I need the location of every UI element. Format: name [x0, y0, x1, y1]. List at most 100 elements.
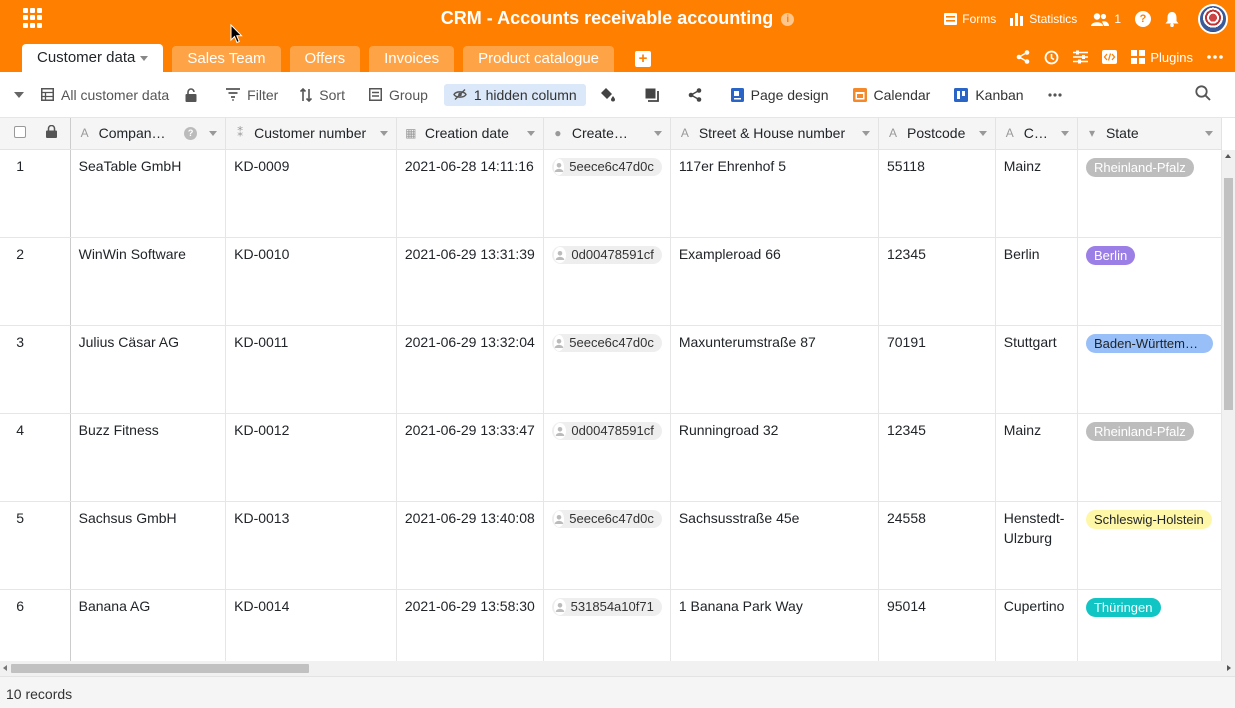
cell-creator[interactable]: 531854a10f71	[543, 589, 671, 661]
cell-city[interactable]: Stuttgart	[995, 325, 1078, 414]
cell-street[interactable]: 117er Ehrenhof 5	[670, 149, 879, 238]
cell-city[interactable]: Mainz	[995, 413, 1078, 502]
history-button[interactable]	[1044, 50, 1059, 65]
select-all-checkbox[interactable]	[14, 126, 27, 139]
cell-company[interactable]: Banana AG	[70, 589, 227, 661]
cell-creation-date[interactable]: 2021-06-29 13:32:04	[396, 325, 544, 414]
scroll-right-icon[interactable]	[1227, 665, 1231, 671]
row-color-button[interactable]	[600, 87, 623, 102]
column-header-creation-date[interactable]: ▦ Creation date	[396, 118, 544, 150]
row-number[interactable]: 6	[0, 589, 41, 661]
tab-product-catalogue[interactable]: Product catalogue	[463, 46, 615, 72]
cell-customer-number[interactable]: KD-0010	[225, 237, 397, 326]
tab-customer-data[interactable]: Customer data	[22, 44, 164, 72]
column-header-postcode[interactable]: A Postcode	[878, 118, 996, 150]
cell-company[interactable]: Julius Cäsar AG	[70, 325, 227, 414]
cell-street[interactable]: Sachsusstraße 45e	[670, 501, 879, 590]
base-title-text[interactable]: CRM - Accounts receivable accounting	[441, 8, 773, 28]
user-avatar[interactable]	[1198, 4, 1228, 34]
lock-icon[interactable]	[46, 125, 58, 139]
chevron-down-icon[interactable]	[526, 130, 535, 136]
table-row[interactable]: 4 Buzz Fitness KD-0012 2021-06-29 13:33:47 0…	[0, 413, 1222, 502]
table-row[interactable]: 2 WinWin Software KD-0010 2021-06-29 13:31:…	[0, 237, 1222, 326]
chevron-down-icon[interactable]	[379, 130, 388, 136]
cell-creation-date[interactable]: 2021-06-29 13:31:39	[396, 237, 544, 326]
column-header-customer-number[interactable]: ⁑ Customer number	[225, 118, 397, 150]
cell-customer-number[interactable]: KD-0009	[225, 149, 397, 238]
cell-creation-date[interactable]: 2021-06-29 13:58:30	[396, 589, 544, 661]
cell-city[interactable]: Cupertino	[995, 589, 1078, 661]
cell-creator[interactable]: 0d00478591cf	[543, 413, 671, 502]
chevron-down-icon[interactable]	[978, 130, 987, 136]
vertical-scroll-thumb[interactable]	[1224, 178, 1233, 410]
scroll-up-icon[interactable]	[1225, 154, 1231, 158]
cell-customer-number[interactable]: KD-0013	[225, 501, 397, 590]
cell-postcode[interactable]: 12345	[878, 413, 996, 502]
cell-state[interactable]: Rheinland-Pfalz	[1077, 413, 1222, 502]
lock-view-button[interactable]	[185, 87, 204, 102]
chevron-down-icon[interactable]	[1060, 130, 1069, 136]
add-table-icon[interactable]: +	[635, 51, 652, 67]
cell-creator[interactable]: 5eece6c47d0c	[543, 149, 671, 238]
row-number[interactable]: 3	[0, 325, 41, 414]
more-apps-button[interactable]	[1048, 92, 1069, 97]
apps-grid-icon[interactable]	[23, 8, 43, 28]
cell-street[interactable]: 1 Banana Park Way	[670, 589, 879, 661]
cell-company[interactable]: SeaTable GmbH	[70, 149, 227, 238]
table-row[interactable]: 5 Sachsus GmbH KD-0013 2021-06-29 13:40:08 5…	[0, 501, 1222, 590]
cell-street[interactable]: Runningroad 32	[670, 413, 879, 502]
search-button[interactable]	[1195, 85, 1218, 101]
chevron-down-icon[interactable]	[861, 130, 870, 136]
cell-creator[interactable]: 5eece6c47d0c	[543, 325, 671, 414]
cell-state[interactable]: Schleswig-Holstein	[1077, 501, 1222, 590]
hide-columns-button[interactable]: 1 hidden column	[443, 83, 586, 106]
settings-button[interactable]	[1073, 50, 1089, 64]
cell-company[interactable]: Buzz Fitness	[70, 413, 227, 502]
row-number[interactable]: 5	[0, 501, 41, 590]
cell-city[interactable]: Berlin	[995, 237, 1078, 326]
script-button[interactable]	[1102, 50, 1118, 64]
table-row[interactable]: 1 SeaTable GmbH KD-0009 2021-06-28 14:11:16…	[0, 149, 1222, 238]
group-button[interactable]: Group	[368, 87, 428, 103]
row-number[interactable]: 4	[0, 413, 41, 502]
sort-button[interactable]: Sort	[300, 87, 345, 103]
row-height-button[interactable]	[645, 88, 666, 102]
horizontal-scrollbar[interactable]	[0, 661, 1235, 676]
cell-creator[interactable]: 5eece6c47d0c	[543, 501, 671, 590]
cell-street[interactable]: Maxunterumstraße 87	[670, 325, 879, 414]
cell-city[interactable]: Henstedt-Ulzburg	[995, 501, 1078, 590]
column-header-city[interactable]: A C…	[995, 118, 1078, 150]
cell-postcode[interactable]: 95014	[878, 589, 996, 661]
cell-company[interactable]: WinWin Software	[70, 237, 227, 326]
collaborators-button[interactable]: 1	[1091, 12, 1121, 26]
cell-state[interactable]: Thüringen	[1077, 589, 1222, 661]
cell-state[interactable]: Rheinland-Pfalz	[1077, 149, 1222, 238]
vertical-scrollbar[interactable]	[1222, 150, 1235, 661]
calendar-button[interactable]: Calendar	[852, 87, 930, 103]
kanban-button[interactable]: Kanban	[954, 87, 1024, 103]
share-button[interactable]	[1016, 50, 1030, 64]
cell-postcode[interactable]: 55118	[878, 149, 996, 238]
column-header-company[interactable]: A Compan…?	[70, 118, 227, 150]
cell-customer-number[interactable]: KD-0012	[225, 413, 397, 502]
view-menu-toggle[interactable]	[14, 91, 31, 98]
cell-creation-date[interactable]: 2021-06-29 13:33:47	[396, 413, 544, 502]
chevron-down-icon[interactable]	[140, 55, 149, 61]
chevron-down-icon[interactable]	[653, 130, 662, 136]
table-row[interactable]: 3 Julius Cäsar AG KD-0011 2021-06-29 13:32:…	[0, 325, 1222, 414]
notifications-button[interactable]	[1165, 11, 1184, 27]
cell-postcode[interactable]: 12345	[878, 237, 996, 326]
info-icon[interactable]: i	[781, 13, 795, 26]
cell-state[interactable]: Berlin	[1077, 237, 1222, 326]
view-selector[interactable]: All customer data	[41, 87, 169, 103]
help-button[interactable]: ?	[1135, 11, 1151, 27]
share-view-button[interactable]	[688, 87, 709, 102]
tab-invoices[interactable]: Invoices	[369, 46, 455, 72]
column-header-creator[interactable]: ● Create…	[543, 118, 671, 150]
question-icon[interactable]: ?	[184, 126, 198, 140]
tab-sales-team[interactable]: Sales Team	[172, 46, 281, 72]
cell-creation-date[interactable]: 2021-06-29 13:40:08	[396, 501, 544, 590]
horizontal-scroll-thumb[interactable]	[11, 664, 309, 673]
plugins-button[interactable]: Plugins	[1131, 50, 1193, 65]
filter-button[interactable]: Filter	[226, 87, 278, 103]
